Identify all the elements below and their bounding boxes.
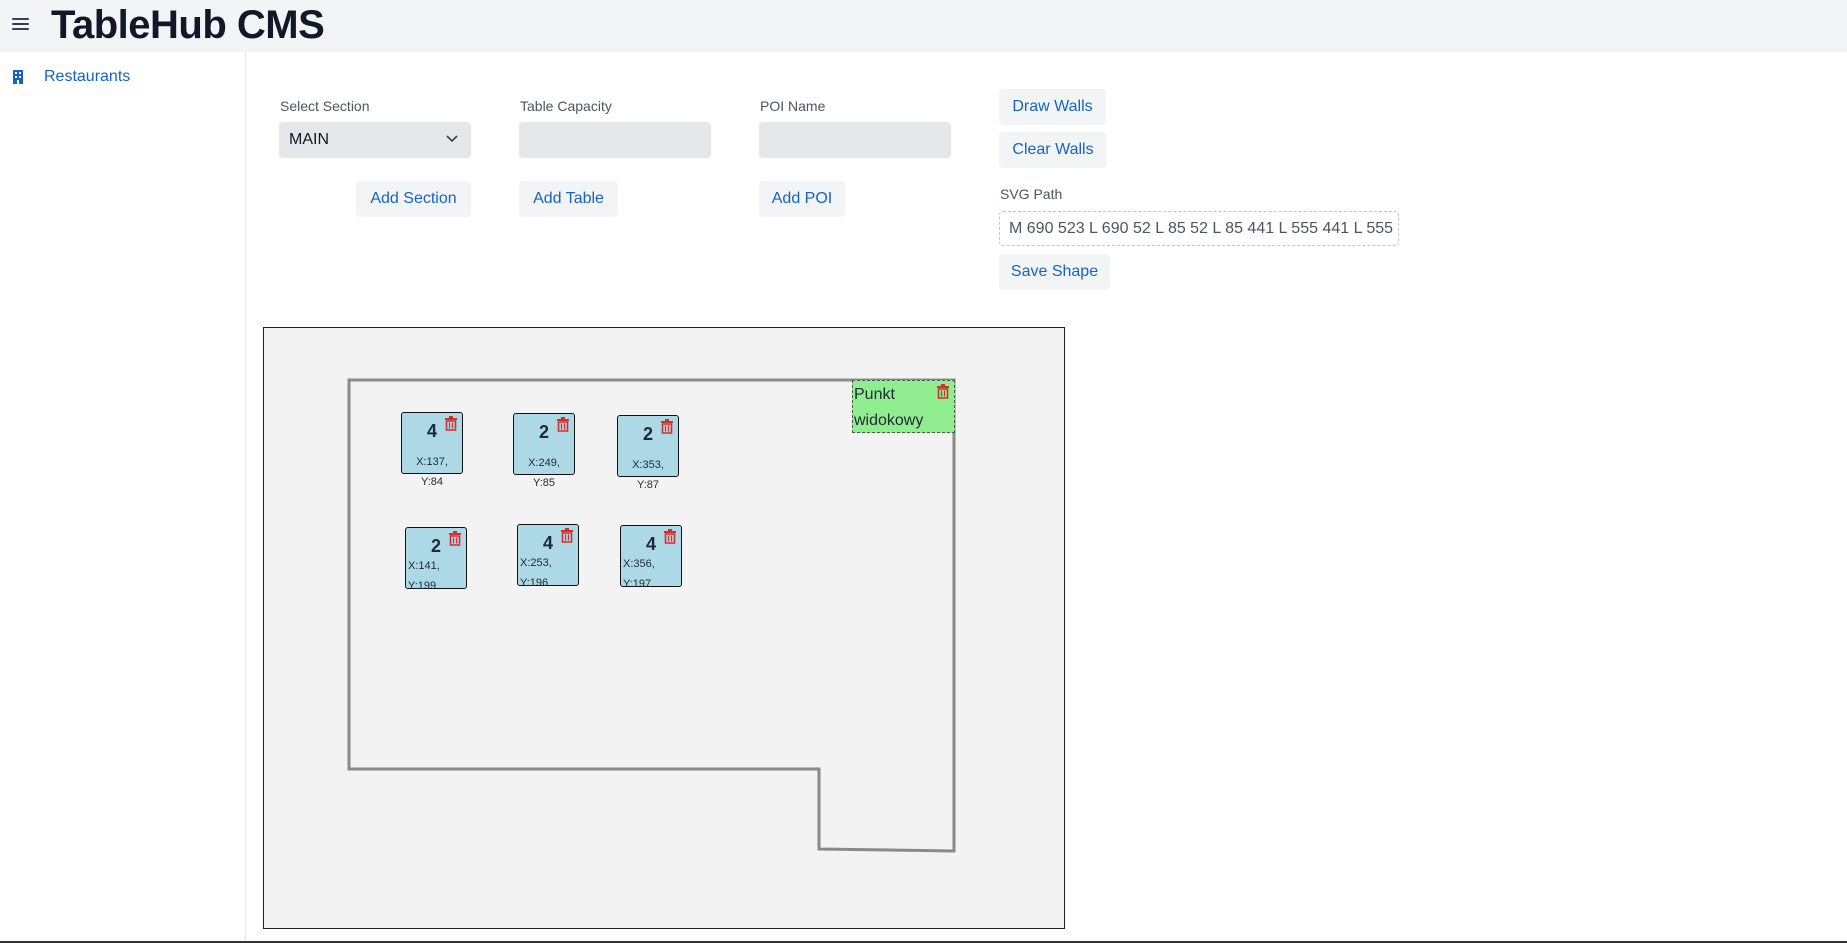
delete-icon[interactable]	[661, 419, 673, 434]
sidebar-item-label: Restaurants	[44, 68, 131, 85]
table-position: X:353, Y:87	[632, 459, 664, 491]
delete-icon[interactable]	[664, 529, 676, 544]
section-select-value: MAIN	[289, 131, 329, 148]
section-select[interactable]: MAIN	[279, 122, 471, 158]
top-app-bar: TableHub CMS	[0, 0, 1847, 52]
poi-marker[interactable]: Punkt widokowy	[852, 380, 955, 433]
table-card[interactable]: 4 X:356, Y:197	[620, 525, 682, 590]
table-capacity-label: Table Capacity	[520, 98, 612, 114]
delete-icon[interactable]	[557, 417, 569, 432]
table-card[interactable]: 4 X:137, Y:84	[401, 412, 463, 488]
add-section-button[interactable]: Add Section	[356, 181, 471, 217]
sidebar-item-restaurants[interactable]: Restaurants	[12, 68, 130, 86]
table-position: X:141, Y:199	[408, 560, 440, 592]
floor-plan-canvas[interactable]: 4 X:137, Y:84 2 X:249, Y:85 2 X:353, Y:8…	[263, 327, 1065, 929]
table-position: X:356, Y:197	[623, 558, 655, 590]
building-icon	[13, 70, 23, 84]
save-shape-button[interactable]: Save Shape	[999, 254, 1110, 290]
menu-icon[interactable]	[11, 15, 30, 34]
table-card[interactable]: 2 X:353, Y:87	[617, 415, 679, 491]
delete-icon[interactable]	[449, 531, 461, 546]
clear-walls-button[interactable]: Clear Walls	[999, 132, 1107, 168]
delete-icon[interactable]	[937, 384, 949, 399]
section-select-label: Select Section	[280, 98, 370, 114]
add-poi-button[interactable]: Add POI	[759, 181, 845, 217]
table-card[interactable]: 2 X:141, Y:199	[405, 527, 467, 592]
draw-walls-button[interactable]: Draw Walls	[999, 89, 1106, 125]
chevron-down-icon	[446, 135, 458, 143]
svg-path-input[interactable]: M 690 523 L 690 52 L 85 52 L 85 441 L 55…	[999, 211, 1399, 246]
table-card[interactable]: 2 X:249, Y:85	[513, 413, 575, 489]
svg-path-label: SVG Path	[1000, 186, 1063, 202]
add-table-button[interactable]: Add Table	[519, 181, 618, 217]
delete-icon[interactable]	[445, 416, 457, 431]
table-capacity-input[interactable]	[519, 122, 711, 158]
poi-label: Punkt widokowy	[854, 386, 924, 429]
app-title: TableHub CMS	[51, 3, 325, 47]
sidebar: Restaurants	[0, 52, 246, 943]
table-position: X:253, Y:196	[520, 557, 552, 589]
table-card[interactable]: 4 X:253, Y:196	[517, 524, 579, 589]
table-position: X:249, Y:85	[528, 457, 560, 489]
delete-icon[interactable]	[561, 528, 573, 543]
poi-name-input[interactable]	[759, 122, 951, 158]
table-position: X:137, Y:84	[416, 456, 448, 488]
poi-name-label: POI Name	[760, 98, 826, 114]
